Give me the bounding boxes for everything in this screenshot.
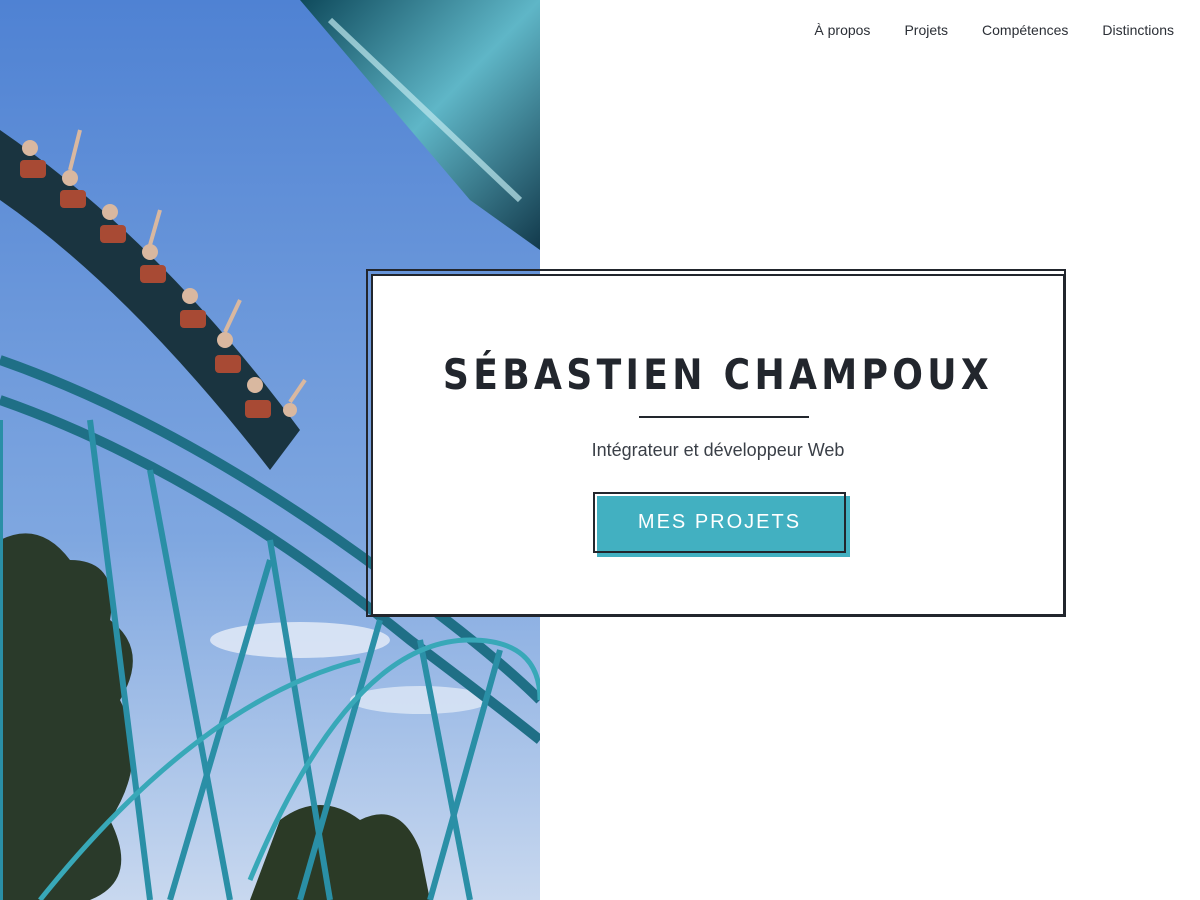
cta-label: MES PROJETS [637, 511, 802, 533]
nav-link-distinctions[interactable]: Distinctions [1102, 18, 1174, 42]
mes-projets-button[interactable]: MES PROJETS [593, 492, 846, 553]
nav-link-projets[interactable]: Projets [904, 18, 948, 42]
cta-fill: MES PROJETS [599, 498, 840, 547]
nav-link-a-propos[interactable]: À propos [814, 18, 870, 42]
nav-link-competences[interactable]: Compétences [982, 18, 1068, 42]
hero-divider [639, 416, 809, 418]
hero-subtitle: Intégrateur et développeur Web [591, 440, 845, 460]
main-nav: À propos Projets Compétences Distinction… [814, 18, 1174, 42]
hero-card: SÉBASTIEN CHAMPOUX Intégrateur et dévelo… [371, 274, 1065, 616]
hero-name: SÉBASTIEN CHAMPOUX [442, 350, 994, 399]
